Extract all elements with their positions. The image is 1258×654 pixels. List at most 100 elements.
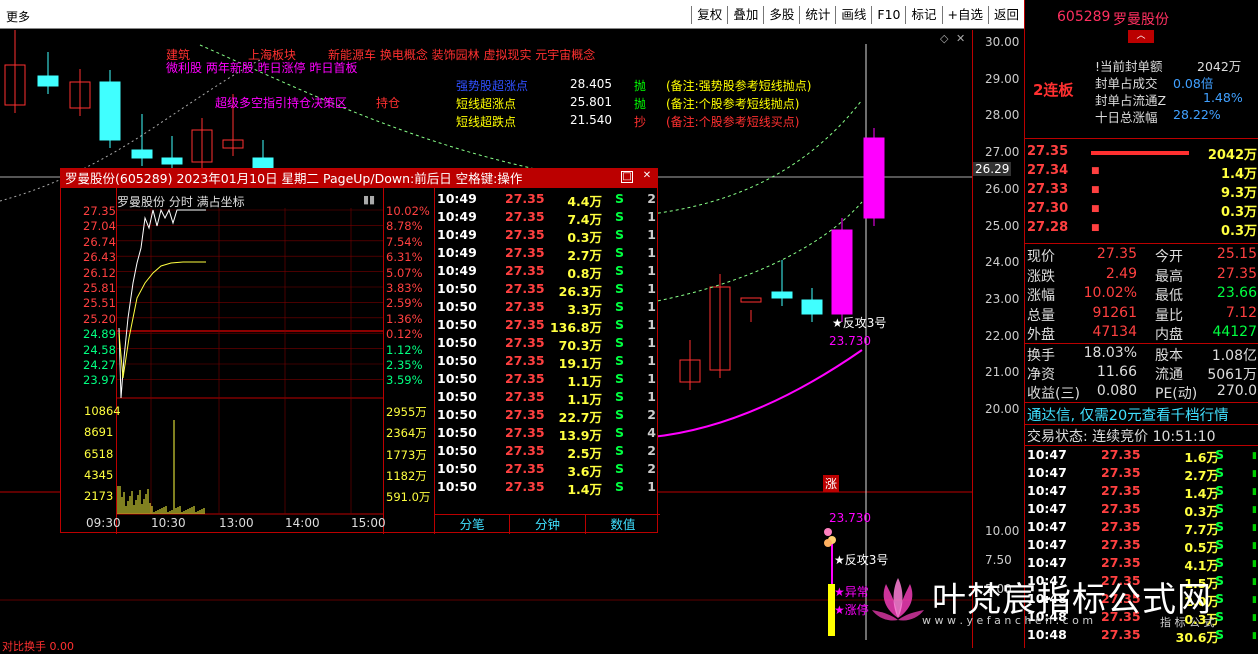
volume-axis-tick: 10.00 [985,524,1020,538]
tick-row: 10:50 27.35 1.4万 S 1 [437,479,656,497]
signal-note: (备注:强势股参考短线抛点) [666,79,812,93]
trade-row: 10:47 27.35 2.7万 S ▮ [1027,465,1257,483]
tick-row: 10:49 27.35 4.4万 S 2 [437,191,656,209]
seal-label: 十日总涨幅 [1095,110,1158,125]
candlestick [831,229,853,315]
quote-row: 外盘 47134 内盘 44127 [1027,324,1257,343]
tick-row: 10:50 27.35 19.1万 S 1 [437,353,656,371]
axis-tick: 30.00 [985,35,1020,49]
axis-tick: 29.00 [985,71,1020,86]
stock-code: 605289 [1057,9,1111,25]
ad-banner[interactable]: 通达信, 仅需20元查看千档行情 [1027,404,1229,425]
stock-name: 罗曼股份 [1113,12,1169,28]
tab-shuzhi[interactable]: 数值 [586,515,660,534]
mini-time-tick: 09:30 [86,516,121,530]
axis-tick: 22.00 [985,328,1020,343]
signal-label: ★异常 [834,585,869,599]
candlestick [37,75,59,87]
current-price-tag: 26.29 [973,162,1012,176]
toolbar-button[interactable]: 统计 [799,6,835,24]
mini-time-tick: 10:30 [151,516,186,530]
candlestick [771,291,793,299]
tick-list: 10:49 27.35 4.4万 S 2 10:49 27.35 7.4万 S 1 10:49 27.… [434,188,660,534]
signal-note: (备注:个股参考短线买点) [666,115,800,129]
close-icon[interactable]: ✕ [956,32,965,45]
trade-row: 10:47 27.35 0.5万 S ▮ [1027,537,1257,555]
tick-row: 10:50 27.35 22.7万 S 2 [437,407,656,425]
tick-row: 10:49 27.35 0.8万 S 1 [437,263,656,281]
tick-row: 10:50 27.35 3.6万 S 2 [437,461,656,479]
seal-value: 28.22% [1173,107,1221,122]
quote-row: 收益(三) 0.080 PE(动) 270.0 [1027,383,1257,402]
signal-price: 28.405 [570,77,612,91]
collapse-icon[interactable]: ︿ [1128,30,1154,43]
scroll-icon[interactable]: ▮▮ [363,193,375,206]
mini-time-tick: 15:00 [351,516,386,530]
signal-note: (备注:个股参考短线抛点) [666,97,800,111]
concept-tag: 新能源车 换电概念 装饰园林 虚拟现实 元宇宙概念 [328,48,596,62]
toolbar-button[interactable]: 返回 [987,6,1024,24]
watermark-url: w w w . y e f a n c h e n . c o m [922,614,1094,627]
toolbar-button[interactable]: 画线 [835,6,871,24]
axis-tick: 26.00 [985,181,1020,196]
trade-row: 10:47 27.35 1.6万 S ▮ [1027,447,1257,465]
candlestick [740,297,762,303]
order-row: 27.28 ■ 0.3万 [1027,220,1257,239]
axis-tick: 28.00 [985,108,1020,123]
tick-row: 10:50 27.35 26.3万 S 1 [437,281,656,299]
tick-detail-popup[interactable]: 罗曼股份(605289) 2023年01月10日 星期二 PageUp/Down… [60,168,660,534]
price-axis: 30.00 29.00 28.00 27.00 26.00 25.00 24.00 23.00… [972,30,1024,648]
tick-row: 10:50 27.35 13.9万 S 4 [437,425,656,443]
signal-action: 抛 [634,97,647,111]
lotus-logo-icon [872,578,924,621]
tick-row: 10:49 27.35 2.7万 S 1 [437,245,656,263]
tab-fenzhong[interactable]: 分钟 [510,515,586,534]
signal-label: ★反攻3号 [832,316,887,330]
mini-time-tick: 13:00 [219,516,254,530]
signal-price: 25.801 [570,95,612,109]
toolbar-button[interactable]: 叠加 [727,6,763,24]
seal-value: 1.48% [1203,90,1243,105]
limit-up-badge: 涨 [823,475,840,492]
axis-tick: 21.00 [985,365,1020,380]
tick-row: 10:50 27.35 3.3万 S 1 [437,299,656,317]
toolbar-button[interactable]: 标记 [905,6,941,24]
axis-tick: 27.00 [985,145,1020,160]
candlestick [801,299,823,315]
signal-name: 强势股超涨点 [456,79,529,93]
tick-row: 10:49 27.35 7.4万 S 1 [437,209,656,227]
turnover-compare-label: 对比换手 0.00 [2,640,74,653]
toolbar-button[interactable]: 复权 [691,6,727,24]
signal-label: ★涨停 [834,603,869,617]
tick-row: 10:50 27.35 1.1万 S 1 [437,371,656,389]
signal-label: ★反攻3号 [834,553,889,567]
more-menu[interactable]: 更多 [6,8,30,25]
signal-action: 抛 [634,79,647,93]
tick-row: 10:50 27.35 2.5万 S 2 [437,443,656,461]
tab-fenbi[interactable]: 分笔 [435,515,511,534]
axis-tick: 23.00 [985,291,1020,306]
trade-row: 10:47 27.35 0.3万 S ▮ [1027,501,1257,519]
quote-row: 现价 27.35 今开 25.15 [1027,246,1257,265]
toolbar: 更多 复权 叠加 多股 统计 画线 F10 标记 +自选 返回 [0,0,1024,29]
popup-title-bar: 罗曼股份(605289) 2023年01月10日 星期二 PageUp/Down… [61,169,657,188]
signal-name: 短线超跌点 [456,115,517,129]
toolbar-button[interactable]: 多股 [763,6,799,24]
candlestick [161,157,183,165]
axis-tick: 25.00 [985,218,1020,233]
axis-tick: 20.00 [985,402,1020,416]
close-icon[interactable]: ✕ [641,171,653,183]
quote-row: 涨跌 2.49 最高 27.35 [1027,265,1257,285]
order-row: 27.30 ■ 0.3万 [1027,201,1257,220]
tick-row: 10:50 27.35 136.8万 S 1 [437,317,656,335]
toolbar-button[interactable]: +自选 [941,6,988,24]
quote-panel: 605289 罗曼股份 ︿ 2连板 !当前封单额 2042万 封单占成交 0.08倍封… [1024,0,1258,648]
low-price-label: 23.730 [829,334,871,348]
quote-row: 总量 91261 量比 7.12 [1027,304,1257,324]
quote-row: 换手 18.03% 股本 1.08亿 [1027,345,1257,364]
diamond-icon[interactable]: ◇ [940,32,949,45]
signal-price: 21.540 [570,113,612,127]
toolbar-button[interactable]: F10 [871,6,905,24]
vol-price-label: 23.730 [829,511,871,525]
maximize-icon[interactable]: □ [621,171,633,183]
